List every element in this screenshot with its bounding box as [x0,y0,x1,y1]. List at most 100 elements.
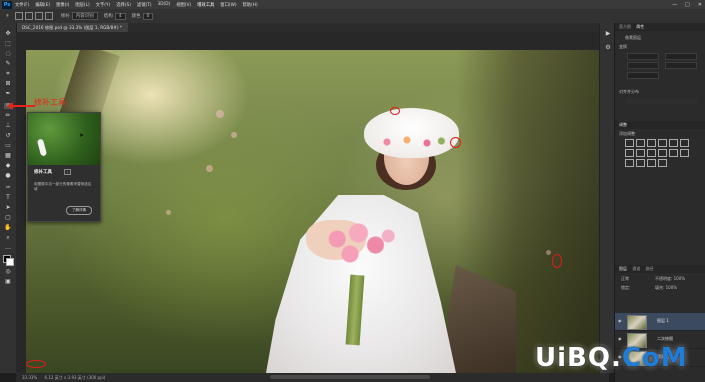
threshold-icon[interactable] [636,159,645,167]
menu-bar: Ps 文件(F) 编辑(E) 图像(I) 图层(L) 文字(Y) 选择(S) 滤… [0,0,705,9]
shape-tool-icon[interactable]: ▢ [4,215,12,221]
menu-image[interactable]: 图像(I) [56,2,69,8]
align-buttons[interactable] [625,99,697,104]
document-info[interactable]: 6.12 英寸 x 3.93 英寸 (300 ppi) [45,375,106,380]
horizontal-scrollbar[interactable] [270,375,430,379]
layer-name[interactable]: 二次修图 [657,336,673,342]
frame-tool-icon[interactable]: ⊠ [4,81,12,87]
tab-histogram[interactable]: 直方图 [619,24,631,29]
patch-tool-icon[interactable]: ⌾ [6,13,9,19]
menu-plugins[interactable]: 增效工具 [197,2,214,8]
history-brush-tool-icon[interactable]: ↺ [4,133,12,139]
color-input[interactable]: 0 [142,12,154,20]
intersect-selection-icon[interactable] [44,12,53,20]
height-field[interactable] [627,62,659,69]
hue-icon[interactable] [680,139,689,147]
tab-channels[interactable]: 通道 [632,266,640,271]
tab-layers[interactable]: 图层 [619,266,627,271]
maximize-button[interactable]: □ [685,2,690,8]
curves-icon[interactable] [647,139,656,147]
dodge-tool-icon[interactable]: ● [4,173,12,179]
photo-filter-icon[interactable] [647,149,656,157]
zoom-level[interactable]: 33.33% [22,375,37,380]
patch-mode-select[interactable]: 内容识别 [71,12,98,20]
move-tool-icon[interactable]: ✥ [4,31,12,37]
visibility-eye-icon[interactable]: ◉ [618,319,623,323]
layer-name[interactable]: 图层 1 [657,318,669,324]
x-field[interactable] [665,53,697,60]
exposure-icon[interactable] [658,139,667,147]
posterize-icon[interactable] [625,159,634,167]
channel-mixer-icon[interactable] [658,149,667,157]
align-section-title[interactable]: 对齐并分布 [619,89,639,95]
eraser-tool-icon[interactable]: ▭ [4,143,12,149]
stamp-tool-icon[interactable]: ⊥ [4,123,12,129]
menu-help[interactable]: 帮助(H) [243,2,258,8]
minimize-button[interactable]: — [672,2,677,8]
lasso-tool-icon[interactable]: ◌ [4,51,12,57]
pen-tool-icon[interactable]: ✑ [4,185,12,191]
transform-section-title[interactable]: 变换 [619,44,627,50]
menu-window[interactable]: 窗口(W) [220,2,236,8]
menu-type[interactable]: 文字(Y) [96,2,111,8]
selective-color-icon[interactable] [658,159,667,167]
menu-file[interactable]: 文件(F) [15,2,29,8]
visibility-eye-icon[interactable]: ◉ [618,337,623,341]
crop-tool-icon[interactable]: ⌗ [4,71,12,77]
canvas-area[interactable] [16,32,609,373]
y-field[interactable] [665,62,697,69]
gradient-tool-icon[interactable]: ▦ [4,153,12,159]
subtract-selection-icon[interactable] [34,12,43,20]
path-select-tool-icon[interactable]: ➤ [4,205,12,211]
marquee-tool-icon[interactable]: ⬚ [4,41,12,47]
background-color-swatch[interactable] [6,258,14,266]
invert-icon[interactable] [680,149,689,157]
type-tool-icon[interactable]: T [4,195,12,201]
screen-mode-icon[interactable]: ▣ [4,279,12,285]
width-field[interactable] [627,53,659,60]
blend-mode-select[interactable]: 正常 [621,276,629,282]
new-selection-icon[interactable] [14,12,23,20]
color-balance-icon[interactable] [625,149,634,157]
angle-field[interactable] [627,72,659,79]
menu-select[interactable]: 选择(S) [116,2,131,8]
quick-select-tool-icon[interactable]: ✎ [4,61,12,67]
hat-flowers-image [371,132,451,152]
eyedropper-tool-icon[interactable]: ✒ [4,91,12,97]
settings-icon[interactable]: ⚙ [604,45,612,51]
tab-paths[interactable]: 路径 [646,266,654,271]
hand-tool-icon[interactable]: ✋ [4,225,12,231]
play-icon[interactable]: ▶ [604,31,612,37]
menu-3d[interactable]: 3D(D) [158,2,171,7]
menu-edit[interactable]: 编辑(E) [35,2,50,8]
levels-icon[interactable] [636,139,645,147]
add-selection-icon[interactable] [24,12,33,20]
more-tools-icon[interactable]: … [4,245,12,251]
lock-label: 锁定: [621,285,631,290]
gradient-map-icon[interactable] [647,159,656,167]
opacity-input[interactable]: 不透明度: 100% [655,276,685,282]
brush-tool-icon[interactable]: ✏ [4,113,12,119]
close-button[interactable]: ✕ [698,2,702,8]
vibrance-icon[interactable] [669,139,678,147]
color-lookup-icon[interactable] [669,149,678,157]
photo-canvas[interactable] [26,50,606,373]
tab-properties[interactable]: 属性 [636,24,644,29]
document-tab[interactable]: DSC_2016 修图.psd @ 33.3% (图层 1, RGB/8#) * [16,23,128,32]
fill-input[interactable]: 填充: 100% [655,285,677,291]
menu-filter[interactable]: 滤镜(T) [137,2,152,8]
selection-mode-group[interactable] [14,12,55,20]
menu-layer[interactable]: 图层(L) [75,2,89,8]
zoom-tool-icon[interactable]: ⌕ [4,235,12,241]
right-panels: 直方图 属性 像素图层 变换 对齐并分布 调整 添加调整 图层 通道 路径 正常… [614,23,705,382]
brightness-icon[interactable] [625,139,634,147]
menu-view[interactable]: 视图(V) [176,2,191,8]
learn-more-button[interactable]: 了解详情 [66,206,92,215]
tab-adjustments[interactable]: 调整 [619,122,627,127]
tooltip-preview-image: ➤ [28,113,100,165]
layer-row[interactable]: ◉ 图层 1 [615,313,705,331]
quick-mask-icon[interactable]: ◎ [4,269,12,275]
bw-icon[interactable] [636,149,645,157]
structure-input[interactable]: 4 [114,12,126,20]
blur-tool-icon[interactable]: ◆ [4,163,12,169]
